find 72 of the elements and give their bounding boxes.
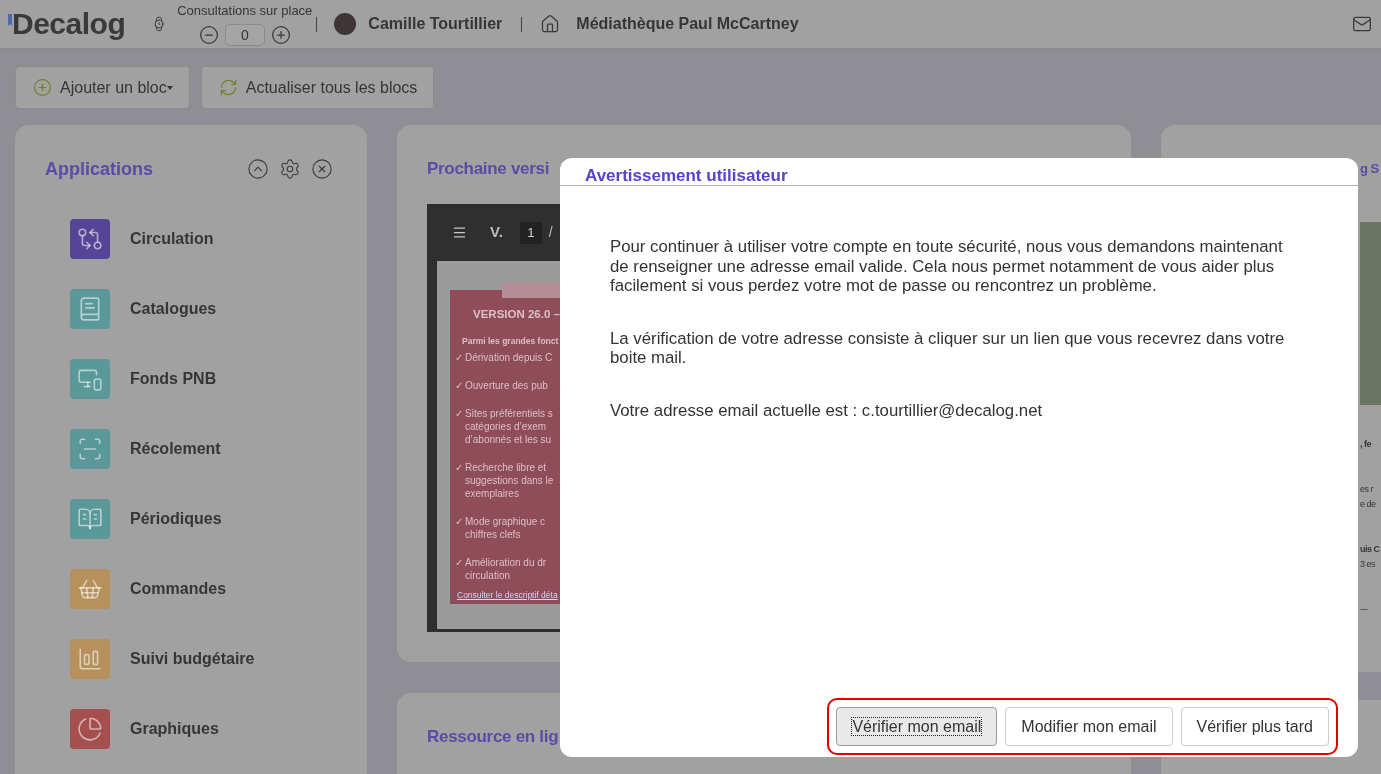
poster-item: Recherche libre et suggestions dans le exemplaires — [465, 461, 554, 500]
dialog-paragraph: Votre adresse email actuelle est : c.tourtillier@decalog.net — [610, 400, 1044, 420]
poster-item: Amélioration du dr circulation — [465, 556, 547, 582]
poster-heading: VERSION 26.0 – — [473, 307, 560, 321]
poster-item: Mode graphique c chiffres clefs — [465, 515, 546, 541]
avatar-icon — [334, 13, 357, 35]
library-name[interactable]: Médiathèque Paul McCartney — [576, 12, 799, 36]
count-field[interactable]: 0 — [224, 23, 265, 46]
check-icon: ✓ — [455, 461, 463, 500]
text-line: es r — [1360, 483, 1373, 496]
plus-circle-icon — [270, 24, 291, 45]
refresh-blocks-button[interactable]: Actualiser tous les blocs — [200, 66, 435, 109]
check-icon: ✓ — [455, 556, 463, 582]
app-link[interactable]: Périodiques — [130, 507, 222, 531]
pie-chart-icon[interactable] — [70, 709, 110, 749]
text-line: e de — [1360, 498, 1376, 511]
check-icon: ✓ — [455, 515, 463, 541]
house-icon — [540, 14, 561, 34]
add-block-button[interactable]: Ajouter un bloc — [15, 66, 190, 109]
chevron-up-icon[interactable] — [247, 158, 269, 180]
dialog-button[interactable]: Vérifier plus tard — [1180, 707, 1329, 746]
poster-item: Dérivation depuis C — [465, 351, 553, 364]
document-title: V. — [490, 222, 503, 243]
check-icon: ✓ — [455, 407, 463, 446]
text-line: , fe — [1360, 438, 1371, 451]
consultations-label: Consultations sur place — [177, 2, 313, 18]
text-line: 3 es — [1360, 558, 1375, 571]
menu-icon[interactable] — [452, 225, 467, 240]
plus-circle-icon — [33, 78, 52, 97]
minus-circle-icon — [198, 24, 219, 45]
open-book-icon[interactable] — [70, 499, 110, 539]
app-link[interactable]: Suivi budgétaire — [130, 647, 255, 671]
card-title: Ressource en lig — [427, 726, 559, 749]
app-link[interactable]: Récolement — [130, 437, 221, 461]
user-name[interactable]: Camille Tourtillier — [368, 12, 503, 36]
compare-arrows-icon[interactable] — [70, 219, 110, 259]
poster-link[interactable]: Consulter le descriptif déta — [457, 590, 558, 600]
basket-icon[interactable] — [70, 569, 110, 609]
check-icon: ✓ — [455, 351, 463, 364]
logo-text: Decalog — [12, 7, 126, 41]
card-title: g S — [1360, 160, 1379, 179]
poster-intro: Parmi les grandes fonct — [462, 336, 559, 346]
refresh-icon — [218, 78, 238, 97]
dialog-button[interactable]: Modifier mon email — [1005, 707, 1173, 746]
page-separator: / — [548, 223, 553, 242]
poster-item: Ouverture des pub — [465, 379, 548, 392]
dialog-paragraph: Pour continuer à utiliser votre compte en toute sécurité, nous vous demandons maintenant de renseigner une adresse email valide. Cela nous permet notamment de vous aider plus facilement si vous perdez votre mot de passe ou rencontrez un problème. — [610, 237, 1284, 296]
mail-icon[interactable] — [1352, 14, 1372, 34]
check-icon: ✓ — [455, 379, 463, 392]
app-link[interactable]: Graphiques — [130, 717, 219, 741]
text-line: uis C — [1360, 543, 1380, 556]
app-link[interactable]: Commandes — [130, 577, 227, 601]
card-title: Applications — [45, 157, 153, 181]
increment-button[interactable] — [270, 24, 291, 45]
decrement-button[interactable] — [198, 24, 219, 45]
dialog-title: Avertissement utilisateur — [585, 166, 788, 185]
app-link[interactable]: Catalogues — [130, 297, 217, 321]
close-icon[interactable] — [311, 158, 333, 180]
scan-icon[interactable] — [70, 429, 110, 469]
devices-icon[interactable] — [70, 359, 110, 399]
settings-icon[interactable] — [279, 158, 301, 180]
dialog-paragraph: La vérification de votre adresse consiste à cliquer sur un lien que vous recevrez dans votre boite mail. — [610, 328, 1286, 368]
book-icon[interactable] — [70, 289, 110, 329]
page-field[interactable]: 1 — [519, 221, 542, 244]
poster-item: Sites préférentiels s catégories d’exem d’abonnés et les su — [465, 407, 553, 446]
dialog-button[interactable]: Vérifier mon email — [836, 707, 998, 746]
app-link[interactable]: Fonds PNB — [130, 367, 217, 391]
card-title: Prochaine versi — [427, 158, 550, 181]
bookmark-icon — [8, 14, 12, 26]
bar-chart-icon[interactable] — [70, 639, 110, 679]
app-link[interactable]: Circulation — [130, 227, 214, 251]
text-line: --- — [1360, 603, 1368, 616]
